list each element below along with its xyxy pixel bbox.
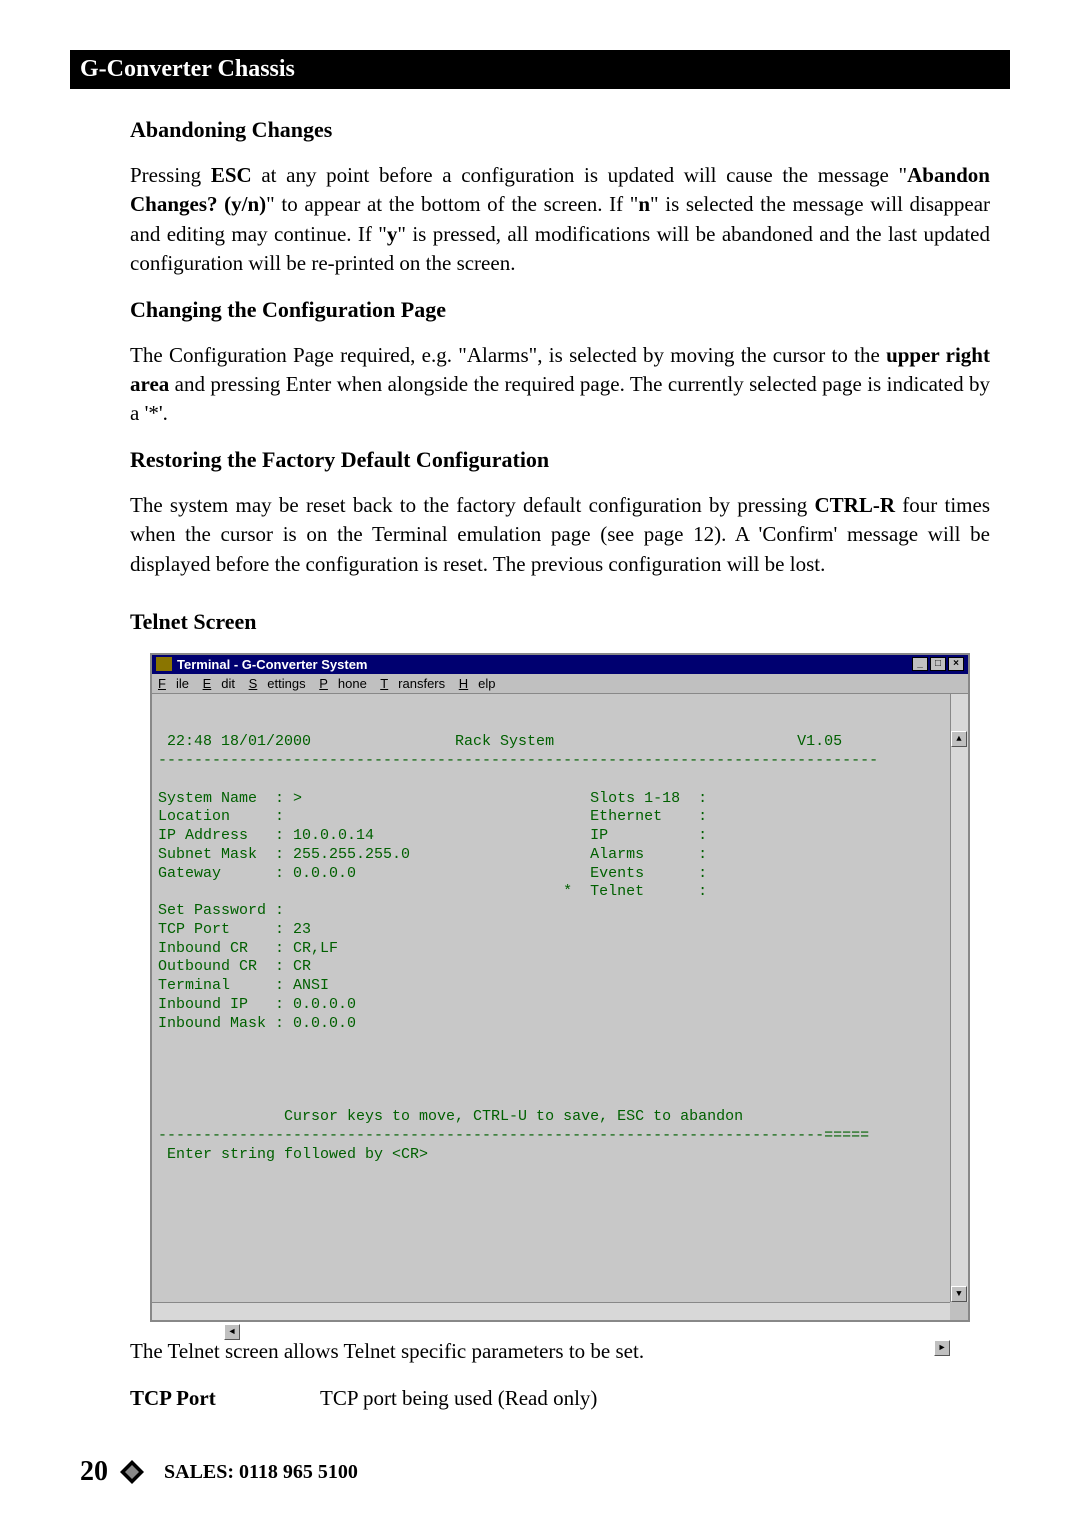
telnet-caption: The Telnet screen allows Telnet specific… — [130, 1337, 990, 1366]
footer-text: SALES: 0118 965 5100 — [164, 1461, 358, 1484]
window-title: Terminal - G-Converter System — [177, 657, 367, 672]
terminal-content: 22:48 18/01/2000 Rack System V1.05 -----… — [158, 733, 962, 1239]
scrollbar-vertical[interactable]: ▲ ▼ — [950, 694, 968, 1320]
minimize-button[interactable]: _ — [912, 657, 928, 671]
menu-transfers[interactable]: Transfers — [380, 676, 445, 691]
menubar: File Edit Settings Phone Transfers Help — [152, 674, 968, 694]
titlebar: Terminal - G-Converter System _ □ × — [152, 655, 968, 674]
menu-settings[interactable]: Settings — [249, 676, 306, 691]
app-icon — [156, 657, 172, 671]
text-esc: ESC — [211, 163, 252, 187]
definition-row: TCP Port TCP port being used (Read only) — [130, 1386, 990, 1411]
scrollbar-horizontal[interactable]: ◄ ► — [152, 1302, 968, 1320]
menu-phone[interactable]: Phone — [319, 676, 367, 691]
text: The Configuration Page required, e.g. "A… — [130, 343, 886, 367]
close-button[interactable]: × — [948, 657, 964, 671]
scroll-up-button[interactable]: ▲ — [951, 731, 967, 747]
scroll-down-button[interactable]: ▼ — [951, 1286, 967, 1302]
heading-telnet: Telnet Screen — [130, 609, 990, 635]
logo-icon — [118, 1458, 146, 1486]
header-title: G-Converter Chassis — [80, 56, 295, 82]
def-desc: TCP port being used (Read only) — [320, 1386, 597, 1411]
scroll-left-button[interactable]: ◄ — [224, 1324, 240, 1340]
scroll-right-button[interactable]: ► — [934, 1340, 950, 1356]
text: The system may be reset back to the fact… — [130, 493, 814, 517]
titlebar-buttons: _ □ × — [912, 657, 964, 671]
maximize-button[interactable]: □ — [930, 657, 946, 671]
menu-edit[interactable]: Edit — [203, 676, 235, 691]
menu-help[interactable]: Help — [459, 676, 496, 691]
para-abandon: Pressing ESC at any point before a confi… — [130, 161, 990, 279]
heading-restoring: Restoring the Factory Default Configurat… — [130, 447, 990, 473]
text: and pressing Enter when alongside the re… — [130, 372, 990, 425]
heading-abandoning: Abandoning Changes — [130, 117, 990, 143]
terminal-window: Terminal - G-Converter System _ □ × File… — [150, 653, 970, 1322]
heading-changing: Changing the Configuration Page — [130, 297, 990, 323]
terminal-body[interactable]: 22:48 18/01/2000 Rack System V1.05 -----… — [152, 694, 968, 1320]
text-y: y — [387, 222, 398, 246]
para-restoring: The system may be reset back to the fact… — [130, 491, 990, 579]
content-section: Abandoning Changes Pressing ESC at any p… — [130, 117, 990, 1411]
header-bar: G-Converter Chassis — [70, 50, 1010, 89]
footer: 20 SALES: 0118 965 5100 — [80, 1456, 358, 1488]
titlebar-left: Terminal - G-Converter System — [156, 657, 367, 672]
menu-file[interactable]: File — [158, 676, 189, 691]
para-changing: The Configuration Page required, e.g. "A… — [130, 341, 990, 429]
text: " to appear at the bottom of the screen.… — [266, 192, 638, 216]
text-n: n — [638, 192, 650, 216]
scroll-corner — [950, 1302, 968, 1320]
page-number: 20 — [80, 1456, 108, 1488]
text-ctrlr: CTRL-R — [814, 493, 895, 517]
text: at any point before a configuration is u… — [252, 163, 907, 187]
text: Pressing — [130, 163, 211, 187]
